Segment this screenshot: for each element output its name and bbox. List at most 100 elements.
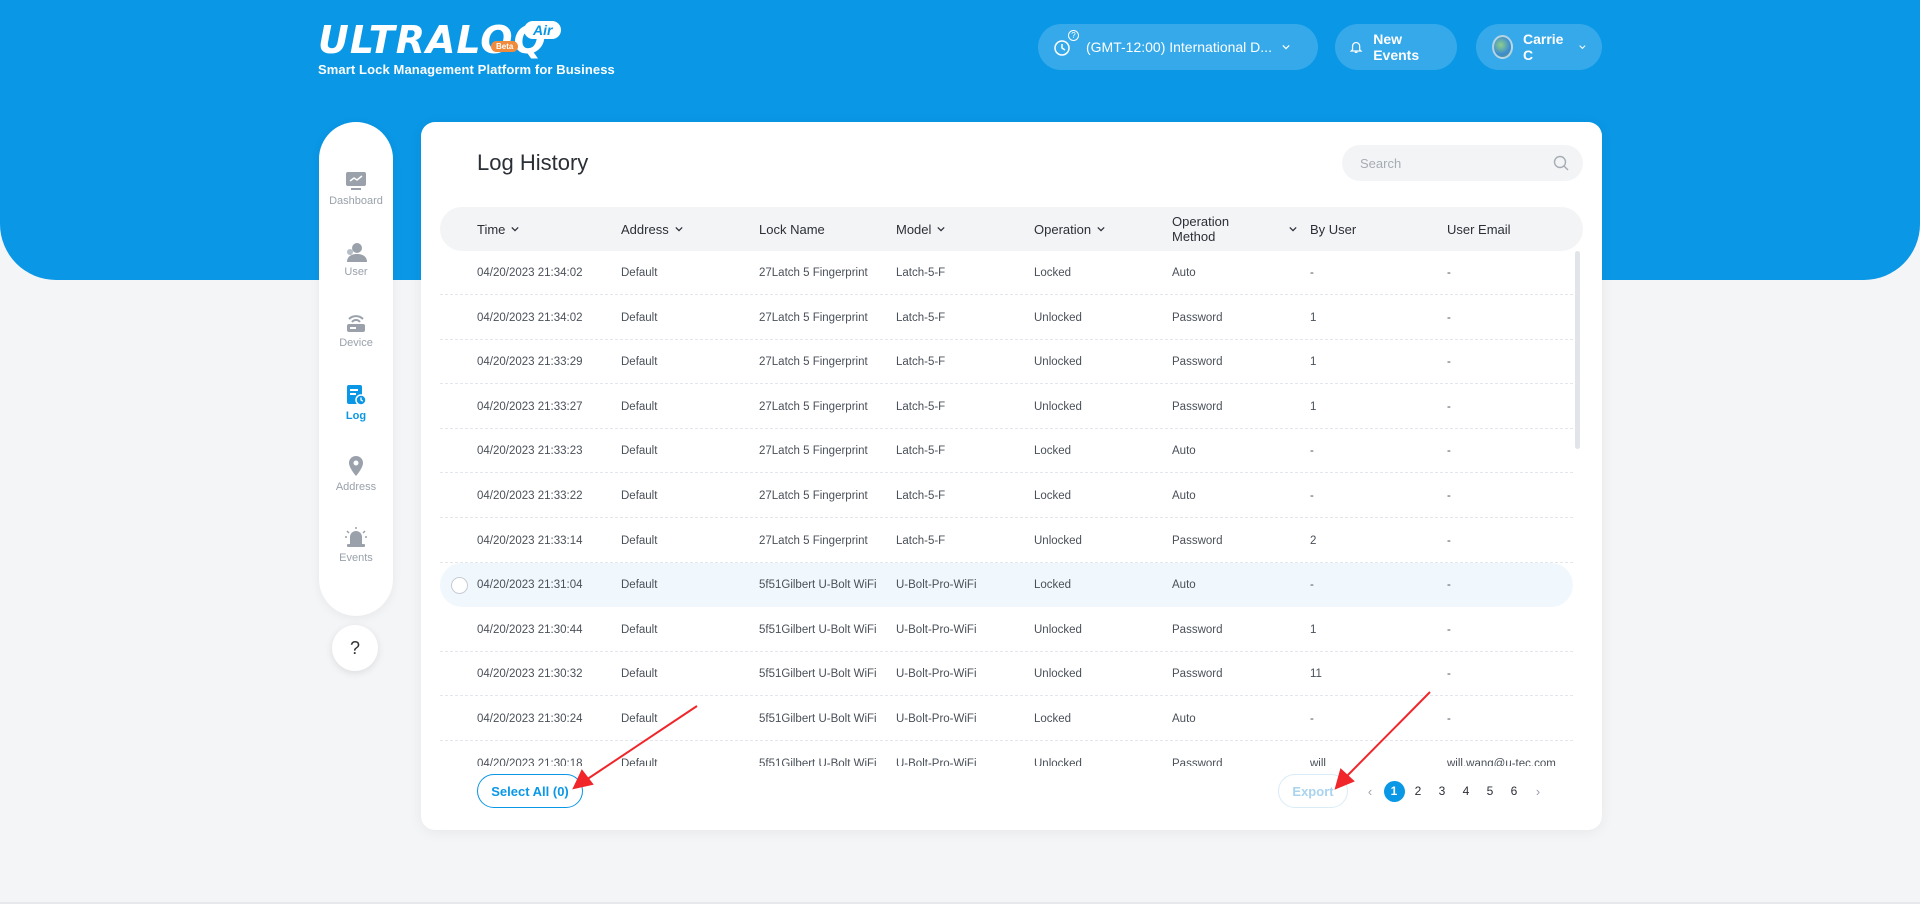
table-row[interactable]: 04/20/2023 21:30:32 Default 5f51Gilbert U-… xyxy=(440,652,1573,697)
column-header-by-user: By User xyxy=(1310,221,1357,237)
cell-operation: Locked xyxy=(1034,490,1072,502)
cell-address: Default xyxy=(621,267,658,279)
logo-beta-badge: Beta xyxy=(491,41,519,52)
sidebar-item-log[interactable]: Log xyxy=(319,384,393,444)
cell-address: Default xyxy=(621,757,658,766)
table-row[interactable]: 04/20/2023 21:33:23 Default 27Latch 5 Fing… xyxy=(440,429,1573,474)
page-1-button[interactable]: 1 xyxy=(1382,780,1406,802)
cell-lock-name: 27Latch 5 Fingerprint xyxy=(759,311,868,324)
cell-address: Default xyxy=(621,356,658,369)
page-5-button[interactable]: 5 xyxy=(1478,780,1502,802)
column-header-time[interactable]: Time xyxy=(477,207,520,251)
cell-user-email: - xyxy=(1447,668,1451,681)
cell-time: 04/20/2023 21:31:04 xyxy=(477,579,583,592)
cell-operation: Unlocked xyxy=(1034,668,1082,681)
cell-by-user: will xyxy=(1310,757,1326,766)
table-row[interactable]: 04/20/2023 21:33:29 Default 27Latch 5 Fing… xyxy=(440,340,1573,385)
page-number: 5 xyxy=(1486,784,1494,798)
cell-operation-method: Auto xyxy=(1172,445,1196,458)
sidebar-item-device[interactable]: Device xyxy=(319,313,393,373)
table-row[interactable]: 04/20/2023 21:34:02 Default 27Latch 5 Fing… xyxy=(440,251,1573,295)
column-header-operation[interactable]: Operation xyxy=(1034,207,1105,251)
search-input[interactable] xyxy=(1360,155,1553,171)
column-header-address[interactable]: Address xyxy=(621,207,683,251)
sidebar-item-label: User xyxy=(344,266,368,278)
page-number: 3 xyxy=(1438,784,1446,798)
cell-model: Latch-5-F xyxy=(896,267,946,279)
cell-model: U-Bolt-Pro-WiFi xyxy=(896,623,977,636)
cell-user-email: - xyxy=(1447,579,1451,592)
cell-time: 04/20/2023 21:33:29 xyxy=(477,356,583,369)
table-row[interactable]: 04/20/2023 21:30:44 Default 5f51Gilbert U-… xyxy=(440,608,1573,652)
sidebar-item-label: Dashboard xyxy=(329,195,383,207)
search-icon[interactable] xyxy=(1553,155,1569,171)
user-menu[interactable]: Carrie C xyxy=(1476,24,1602,70)
table-row[interactable]: 04/20/2023 21:33:27 Default 27Latch 5 Fing… xyxy=(440,385,1573,429)
timezone-label: (GMT-12:00) International D... xyxy=(1086,39,1272,55)
sidebar-item-label: Log xyxy=(345,410,367,422)
cell-time: 04/20/2023 21:30:24 xyxy=(477,713,583,725)
cell-operation: Unlocked xyxy=(1034,400,1082,413)
table-scrollbar[interactable] xyxy=(1575,251,1580,449)
sidebar-item-label: Events xyxy=(339,552,373,564)
row-select-radio[interactable] xyxy=(451,577,468,595)
table-row[interactable]: 04/20/2023 21:30:18 Default 5f51Gilbert U-… xyxy=(440,742,1573,766)
cell-time: 04/20/2023 21:34:02 xyxy=(477,267,583,279)
page-2-button[interactable]: 2 xyxy=(1406,780,1430,802)
sidebar-item-events[interactable]: Events xyxy=(319,526,393,586)
page-number: 6 xyxy=(1510,784,1518,798)
cell-operation-method: Auto xyxy=(1172,267,1196,279)
cell-address: Default xyxy=(621,668,658,681)
export-button[interactable]: Export xyxy=(1278,774,1348,808)
sidebar-item-user[interactable]: User xyxy=(319,242,393,302)
page-3-button[interactable]: 3 xyxy=(1430,780,1454,802)
sidebar-item-address[interactable]: Address xyxy=(319,455,393,515)
sidebar-item-label: Device xyxy=(339,337,373,349)
table-header: Time Address Lock Name Model Operation O… xyxy=(440,207,1583,251)
column-header-model[interactable]: Model xyxy=(896,207,946,251)
log-icon xyxy=(347,385,367,406)
cell-operation: Unlocked xyxy=(1034,311,1082,324)
page-6-button[interactable]: 6 xyxy=(1502,780,1526,802)
new-events-button[interactable]: New Events xyxy=(1335,24,1457,70)
cell-user-email: - xyxy=(1447,356,1451,369)
table-row[interactable]: 04/20/2023 21:31:04 Default 5f51Gilbert U-… xyxy=(440,563,1573,608)
chevron-down-icon xyxy=(937,226,946,232)
chevron-down-icon xyxy=(1579,45,1586,50)
cell-operation-method: Password xyxy=(1172,356,1223,369)
cell-address: Default xyxy=(621,713,658,725)
cell-address: Default xyxy=(621,400,658,413)
table-row[interactable]: 04/20/2023 21:30:24 Default 5f51Gilbert U-… xyxy=(440,697,1573,741)
cell-time: 04/20/2023 21:33:14 xyxy=(477,534,583,547)
page-4-button[interactable]: 4 xyxy=(1454,780,1478,802)
log-history-panel: Log History Time Address Lock Name Model… xyxy=(421,122,1602,830)
cell-user-email: - xyxy=(1447,400,1451,413)
user-icon xyxy=(347,243,367,262)
cell-operation: Locked xyxy=(1034,445,1072,458)
sidebar-item-dashboard[interactable]: Dashboard xyxy=(319,171,393,231)
table-body: 04/20/2023 21:34:02 Default 27Latch 5 Fing… xyxy=(440,251,1583,766)
chevron-down-icon xyxy=(1282,44,1290,50)
timezone-selector[interactable]: ? (GMT-12:00) International D... xyxy=(1038,24,1318,70)
column-header-operation-method[interactable]: Operation Method xyxy=(1172,207,1297,251)
help-button[interactable]: ? xyxy=(332,625,378,671)
cell-by-user: - xyxy=(1310,445,1314,458)
table-row[interactable]: 04/20/2023 21:34:02 Default 27Latch 5 Fing… xyxy=(440,296,1573,340)
cell-time: 04/20/2023 21:34:02 xyxy=(477,311,583,324)
cell-address: Default xyxy=(621,579,658,592)
table-row[interactable]: 04/20/2023 21:33:22 Default 27Latch 5 Fing… xyxy=(440,474,1573,518)
cell-model: Latch-5-F xyxy=(896,356,946,369)
select-all-button[interactable]: Select All (0) xyxy=(477,774,583,808)
cell-lock-name: 5f51Gilbert U-Bolt WiFi xyxy=(759,757,877,766)
cell-address: Default xyxy=(621,623,658,636)
cell-user-email: - xyxy=(1447,445,1451,458)
sidebar-item-label: Address xyxy=(335,481,377,493)
cell-model: U-Bolt-Pro-WiFi xyxy=(896,668,977,681)
cell-lock-name: 27Latch 5 Fingerprint xyxy=(759,267,868,279)
table-row[interactable]: 04/20/2023 21:33:14 Default 27Latch 5 Fing… xyxy=(440,519,1573,563)
timezone-help-icon[interactable]: ? xyxy=(1068,30,1079,41)
chevron-right-icon[interactable]: › xyxy=(1526,780,1550,802)
chevron-left-icon[interactable]: ‹ xyxy=(1358,780,1382,802)
cell-operation: Unlocked xyxy=(1034,534,1082,547)
logo-air-badge: Air xyxy=(524,21,562,39)
